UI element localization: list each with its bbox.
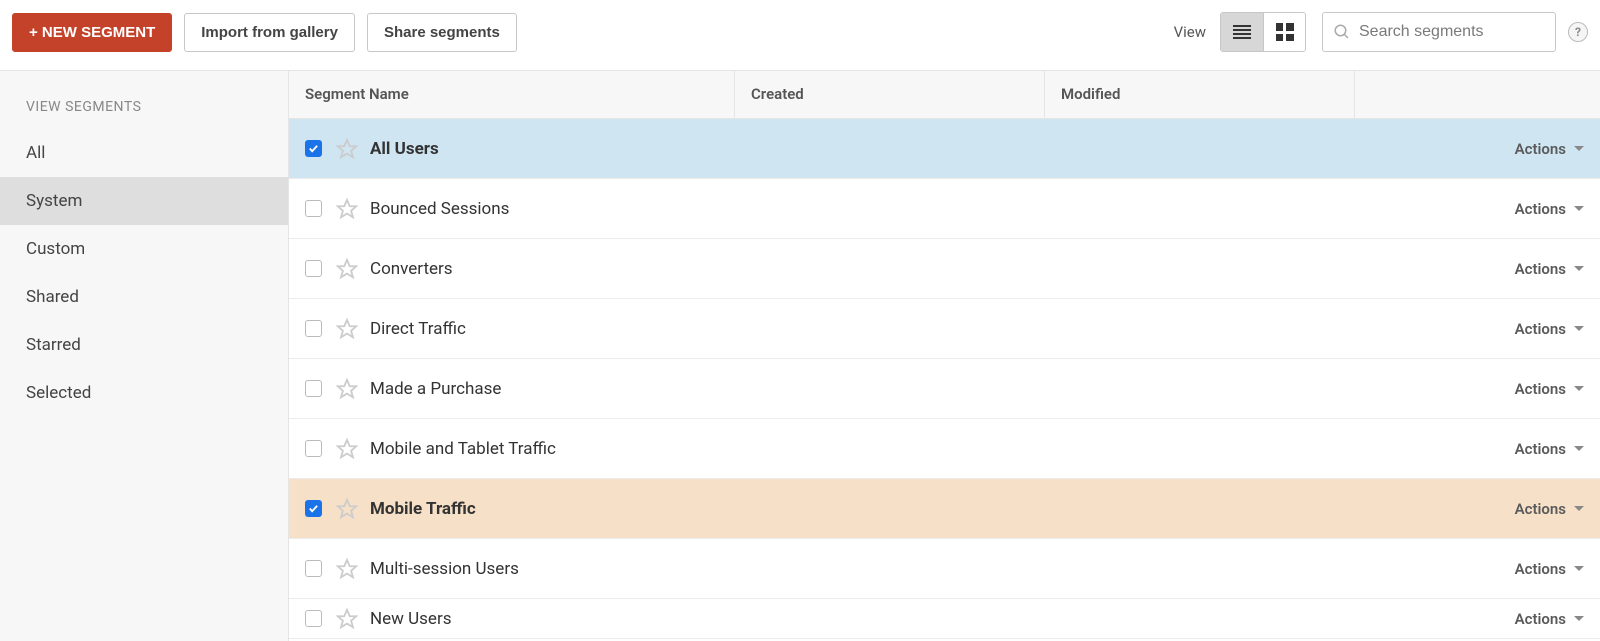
actions-label: Actions [1515, 610, 1566, 628]
sidebar-item-shared[interactable]: Shared [0, 273, 288, 321]
star-icon[interactable] [336, 438, 358, 460]
star-icon[interactable] [336, 608, 358, 630]
actions-label: Actions [1515, 260, 1566, 278]
actions-dropdown[interactable]: Actions [1515, 200, 1584, 218]
view-grid-button[interactable] [1263, 13, 1305, 51]
actions-dropdown[interactable]: Actions [1515, 380, 1584, 398]
star-icon[interactable] [336, 258, 358, 280]
actions-label: Actions [1515, 500, 1566, 518]
table-row: New Users Actions [289, 599, 1600, 639]
star-icon[interactable] [336, 198, 358, 220]
chevron-down-icon [1574, 386, 1584, 391]
sidebar: VIEW SEGMENTS AllSystemCustomSharedStarr… [0, 71, 289, 641]
table-row: Mobile and Tablet Traffic Actions [289, 419, 1600, 479]
star-icon[interactable] [336, 558, 358, 580]
col-header-name[interactable]: Segment Name [289, 71, 735, 118]
chevron-down-icon [1574, 446, 1584, 451]
actions-label: Actions [1515, 200, 1566, 218]
table-row: Bounced Sessions Actions [289, 179, 1600, 239]
table-header: Segment Name Created Modified [289, 71, 1600, 119]
col-header-modified[interactable]: Modified [1045, 71, 1355, 118]
actions-dropdown[interactable]: Actions [1515, 320, 1584, 338]
toolbar: + New Segment Import from gallery Share … [0, 0, 1600, 71]
segment-name[interactable]: Mobile Traffic [370, 499, 476, 519]
chevron-down-icon [1574, 266, 1584, 271]
actions-label: Actions [1515, 140, 1566, 158]
actions-dropdown[interactable]: Actions [1515, 610, 1584, 628]
table-row: All Users Actions [289, 119, 1600, 179]
table-row: Converters Actions [289, 239, 1600, 299]
row-checkbox[interactable] [305, 610, 322, 627]
segment-name[interactable]: Made a Purchase [370, 379, 501, 399]
segment-name[interactable]: Mobile and Tablet Traffic [370, 439, 556, 459]
row-checkbox[interactable] [305, 440, 322, 457]
row-checkbox[interactable] [305, 500, 322, 517]
sidebar-item-starred[interactable]: Starred [0, 321, 288, 369]
row-checkbox[interactable] [305, 200, 322, 217]
table-row: Multi-session Users Actions [289, 539, 1600, 599]
segment-name[interactable]: Multi-session Users [370, 559, 519, 579]
import-gallery-button[interactable]: Import from gallery [184, 13, 355, 52]
list-icon [1233, 23, 1251, 41]
col-header-created[interactable]: Created [735, 71, 1045, 118]
star-icon[interactable] [336, 138, 358, 160]
actions-dropdown[interactable]: Actions [1515, 140, 1584, 158]
chevron-down-icon [1574, 566, 1584, 571]
segment-name[interactable]: New Users [370, 609, 451, 629]
chevron-down-icon [1574, 206, 1584, 211]
chevron-down-icon [1574, 616, 1584, 621]
chevron-down-icon [1574, 146, 1584, 151]
view-list-button[interactable] [1221, 13, 1263, 51]
actions-label: Actions [1515, 380, 1566, 398]
sidebar-item-all[interactable]: All [0, 129, 288, 177]
row-checkbox[interactable] [305, 140, 322, 157]
actions-dropdown[interactable]: Actions [1515, 260, 1584, 278]
chevron-down-icon [1574, 326, 1584, 331]
star-icon[interactable] [336, 498, 358, 520]
actions-label: Actions [1515, 440, 1566, 458]
actions-label: Actions [1515, 560, 1566, 578]
view-toggle [1220, 12, 1306, 52]
actions-dropdown[interactable]: Actions [1515, 560, 1584, 578]
grid-icon [1276, 23, 1294, 41]
row-checkbox[interactable] [305, 320, 322, 337]
segments-table: Segment Name Created Modified All UsersA… [289, 71, 1600, 641]
star-icon[interactable] [336, 318, 358, 340]
chevron-down-icon [1574, 506, 1584, 511]
view-label: View [1174, 23, 1206, 41]
segment-name[interactable]: Direct Traffic [370, 319, 466, 339]
col-header-actions [1355, 71, 1600, 118]
segment-name[interactable]: All Users [370, 139, 439, 159]
new-segment-button[interactable]: + New Segment [12, 13, 172, 52]
help-icon[interactable]: ? [1568, 22, 1588, 42]
sidebar-item-selected[interactable]: Selected [0, 369, 288, 417]
star-icon[interactable] [336, 378, 358, 400]
actions-label: Actions [1515, 320, 1566, 338]
search-input[interactable] [1359, 23, 1545, 41]
sidebar-item-system[interactable]: System [0, 177, 288, 225]
row-checkbox[interactable] [305, 560, 322, 577]
actions-dropdown[interactable]: Actions [1515, 440, 1584, 458]
share-segments-button[interactable]: Share segments [367, 13, 517, 52]
search-field[interactable] [1322, 12, 1556, 52]
row-checkbox[interactable] [305, 260, 322, 277]
table-row: Made a Purchase Actions [289, 359, 1600, 419]
row-checkbox[interactable] [305, 380, 322, 397]
actions-dropdown[interactable]: Actions [1515, 500, 1584, 518]
sidebar-item-custom[interactable]: Custom [0, 225, 288, 273]
sidebar-title: VIEW SEGMENTS [0, 71, 288, 129]
segment-name[interactable]: Bounced Sessions [370, 199, 509, 219]
table-row: Mobile Traffic Actions [289, 479, 1600, 539]
table-row: Direct Traffic Actions [289, 299, 1600, 359]
body: VIEW SEGMENTS AllSystemCustomSharedStarr… [0, 71, 1600, 641]
segment-name[interactable]: Converters [370, 259, 453, 279]
search-icon [1333, 23, 1351, 41]
